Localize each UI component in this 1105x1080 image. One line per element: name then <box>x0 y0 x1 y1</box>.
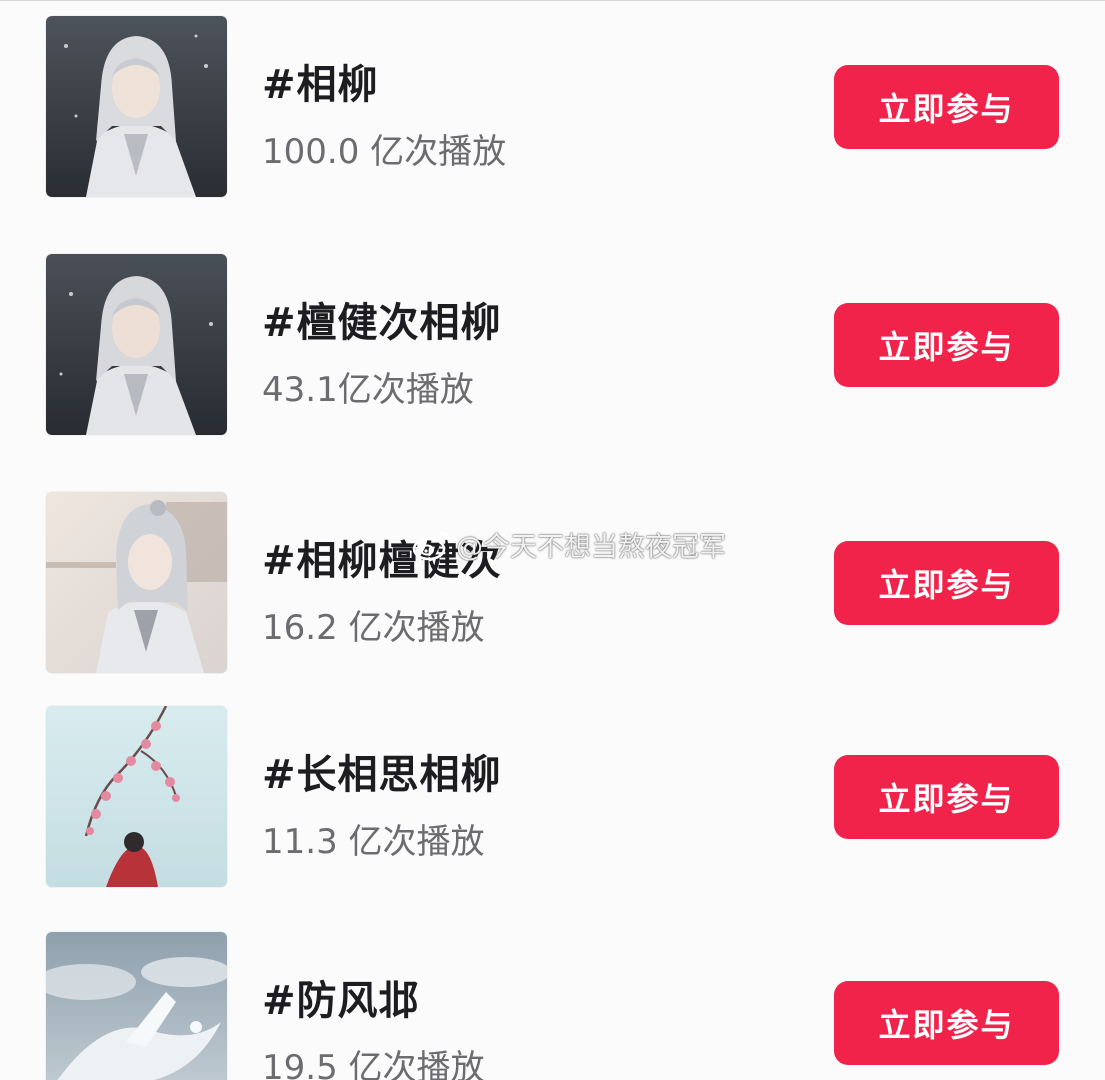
join-button[interactable]: 立即参与 <box>834 755 1059 839</box>
topic-title[interactable]: #檀健次相柳 <box>262 290 502 348</box>
join-button[interactable]: 立即参与 <box>834 541 1059 625</box>
play-count: 16.2 亿次播放 <box>262 608 485 648</box>
topic-title[interactable]: #相柳 <box>262 52 379 110</box>
topic-thumbnail[interactable] <box>46 16 227 197</box>
topic-item[interactable]: #檀健次相柳 43.1亿次播放 立即参与 <box>0 254 1105 454</box>
white-robed-man-icon <box>46 254 227 435</box>
topic-item[interactable]: #相柳 100.0 亿次播放 立即参与 <box>0 16 1105 216</box>
topic-title[interactable]: #长相思相柳 <box>262 742 502 800</box>
topic-thumbnail[interactable] <box>46 492 227 673</box>
play-count: 19.5 亿次播放 <box>262 1048 485 1080</box>
play-count: 100.0 亿次播放 <box>262 132 507 172</box>
join-button[interactable]: 立即参与 <box>834 65 1059 149</box>
topic-item[interactable]: #长相思相柳 11.3 亿次播放 立即参与 <box>0 706 1105 906</box>
plum-blossom-icon <box>46 706 227 887</box>
play-count: 11.3 亿次播放 <box>262 822 485 862</box>
watermark: @今天不想当熬夜冠军 <box>412 525 726 564</box>
topic-thumbnail[interactable] <box>46 932 227 1080</box>
watermark-text: @今天不想当熬夜冠军 <box>456 532 726 563</box>
join-button[interactable]: 立即参与 <box>834 303 1059 387</box>
topic-thumbnail[interactable] <box>46 254 227 435</box>
join-button[interactable]: 立即参与 <box>834 981 1059 1065</box>
topic-thumbnail[interactable] <box>46 706 227 887</box>
white-bird-icon <box>46 932 227 1080</box>
topic-list-page: #相柳 100.0 亿次播放 立即参与 #檀健次相柳 43.1亿次播放 立即参与… <box>0 0 1105 1080</box>
topic-item[interactable]: #防风邶 19.5 亿次播放 立即参与 <box>0 932 1105 1080</box>
topic-item[interactable]: #相柳檀健次 16.2 亿次播放 立即参与 <box>0 492 1105 692</box>
play-count: 43.1亿次播放 <box>262 370 474 410</box>
weibo-logo-icon <box>412 531 451 560</box>
white-haired-man-icon <box>46 492 227 673</box>
white-robed-man-icon <box>46 16 227 197</box>
topic-title[interactable]: #防风邶 <box>262 968 420 1026</box>
